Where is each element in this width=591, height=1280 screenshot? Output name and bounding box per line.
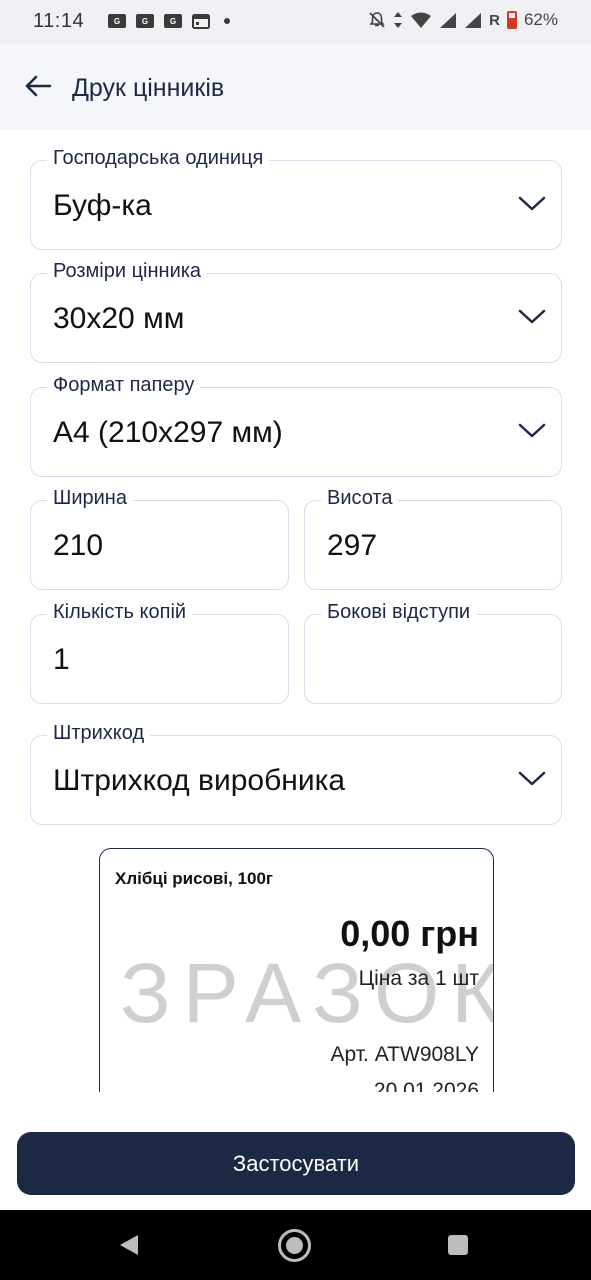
page-title: Друк цінників [72,74,225,102]
barcode-label: Штрихкод [47,722,151,745]
nav-recents-icon[interactable] [448,1235,468,1255]
height-label: Висота [321,487,399,510]
gmail-icon: G [136,14,154,28]
chevron-down-icon [518,423,546,438]
signal-icon [465,12,482,28]
label-size-value: 30x20 мм [53,302,185,335]
preview-product-name: Хлібці рисові, 100г [115,869,273,888]
paper-format-label: Формат паперу [47,374,201,397]
label-size-label: Розміри цінника [47,260,208,283]
battery-percent: 62% [523,10,558,29]
system-nav-bar [0,1210,591,1280]
preview-article: Арт. ATW908LY [330,1043,479,1066]
price-tag-preview: Хлібці рисові, 100г 0,00 грн ЗРАЗОК Ціна… [99,848,494,1108]
nav-back-icon[interactable] [118,1234,140,1256]
wifi-icon [411,12,432,28]
apply-button[interactable]: Застосувати [17,1132,575,1195]
chevron-down-icon [518,309,546,324]
arrow-left-icon[interactable] [22,70,54,102]
barcode-select[interactable]: Штрихкод Штрихкод виробника [30,722,562,825]
chevron-down-icon [518,196,546,211]
preview-unit-price: Ціна за 1 шт [358,967,479,990]
width-input[interactable]: Ширина 210 [30,487,289,590]
copies-value: 1 [53,643,70,676]
paper-format-value: A4 (210x297 мм) [53,416,283,449]
mute-bell-icon [369,12,385,28]
system-icons: R 62% [368,10,558,30]
nav-home-icon[interactable] [278,1229,311,1262]
data-arrows-icon [394,12,403,28]
copies-label: Кількість копій [47,601,193,624]
status-time: 11:14 [33,10,85,32]
scroll-clip [0,1092,591,1132]
side-margins-input[interactable]: Бокові відступи [304,601,562,704]
side-margins-label: Бокові відступи [321,601,477,624]
calendar-icon [192,14,210,29]
copies-input[interactable]: Кількість копій 1 [30,601,289,704]
signal-icon [440,12,457,28]
height-input[interactable]: Висота 297 [304,487,562,590]
label-size-select[interactable]: Розміри цінника 30x20 мм [30,260,562,363]
notification-icons: G G G [108,13,230,29]
app-bar: Друк цінників [0,44,591,130]
business-unit-select[interactable]: Господарська одиниця Буф-ка [30,147,562,250]
business-unit-value: Буф-ка [53,189,152,222]
status-bar: 11:14 G G G R 62% [0,0,591,44]
height-value: 297 [327,529,378,562]
gmail-icon: G [108,14,126,28]
preview-watermark: ЗРАЗОК [120,946,494,1040]
width-value: 210 [53,529,104,562]
dot-icon [224,18,230,24]
battery-icon [506,11,517,29]
business-unit-label: Господарська одиниця [47,147,270,170]
roaming-r-icon: R [489,11,500,29]
barcode-value: Штрихкод виробника [53,764,346,797]
width-label: Ширина [47,487,133,510]
chevron-down-icon [518,771,546,786]
paper-format-select[interactable]: Формат паперу A4 (210x297 мм) [30,374,562,477]
gmail-icon: G [164,14,182,28]
